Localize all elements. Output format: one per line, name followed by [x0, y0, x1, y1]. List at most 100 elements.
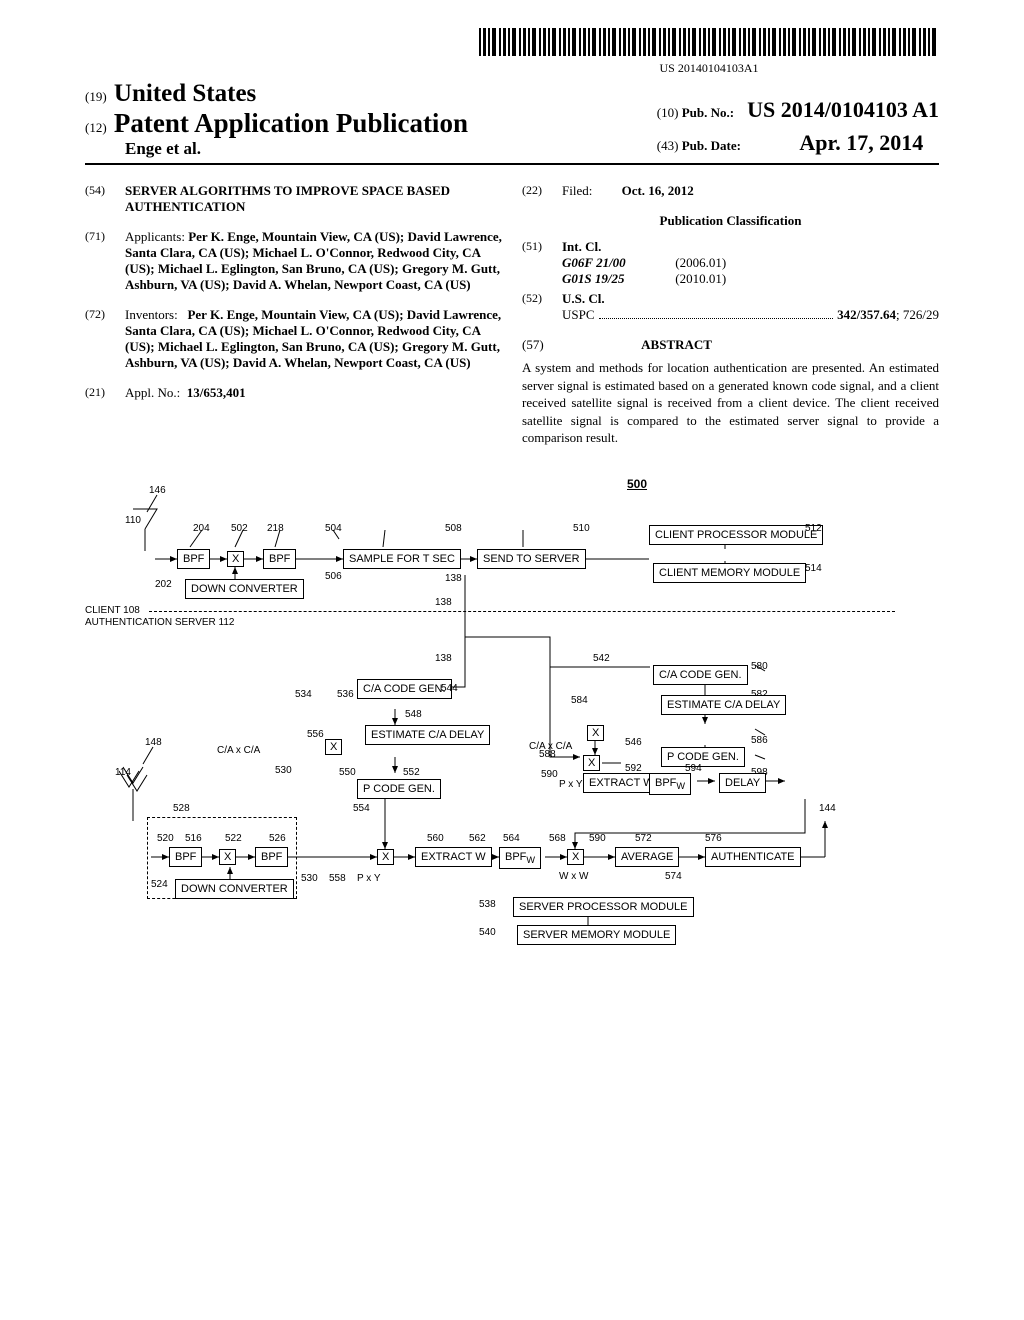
- ref-522: 522: [225, 833, 242, 844]
- pubno: US 2014/0104103 A1: [747, 97, 939, 122]
- ref-562: 562: [469, 833, 486, 844]
- ref-552: 552: [403, 767, 420, 778]
- ref-504: 504: [325, 523, 342, 534]
- ref-592: 592: [625, 763, 642, 774]
- box-cacode-r: C/A CODE GEN.: [653, 665, 748, 685]
- code-43: (43): [657, 138, 679, 153]
- country: United States: [114, 80, 256, 107]
- intcl-date-0: (2006.01): [675, 255, 726, 270]
- box-extractw-b: EXTRACT W: [415, 847, 492, 867]
- ref-588: 588: [539, 749, 556, 760]
- code-54: (54): [85, 183, 125, 215]
- antenna-icon-client: [131, 507, 159, 551]
- uspc-row: USPC 342/357.64; 726/29: [562, 307, 939, 323]
- ref-506: 506: [325, 571, 342, 582]
- ref-138b: 138: [435, 597, 452, 608]
- uscl-label: U.S. Cl.: [562, 291, 939, 307]
- ref-512: 512: [805, 523, 822, 534]
- box-server-proc: SERVER PROCESSOR MODULE: [513, 897, 694, 917]
- intcl-field: (51) Int. Cl. G06F 21/00 (2006.01) G01S …: [522, 239, 939, 287]
- intcl-row-1: G01S 19/25 (2010.01): [562, 271, 939, 287]
- ref-514: 514: [805, 563, 822, 574]
- ref-560: 560: [427, 833, 444, 844]
- box-x-b2: X: [377, 849, 394, 865]
- applno-body: Appl. No.: 13/653,401: [125, 385, 502, 401]
- ref-558: 558: [329, 873, 346, 884]
- box-server-mem: SERVER MEMORY MODULE: [517, 925, 676, 945]
- client-label: CLIENT 108: [85, 605, 140, 616]
- ref-580: 580: [751, 661, 768, 672]
- abstract-block: (57) ABSTRACT A system and methods for l…: [522, 337, 939, 447]
- code-10: (10): [657, 105, 679, 120]
- pubdate-line: (43) Pub. Date: Apr. 17, 2014: [657, 126, 939, 159]
- lbl-wxw: W x W: [559, 871, 588, 882]
- intcl-date-1: (2010.01): [675, 271, 726, 286]
- box-x-c1: X: [325, 739, 342, 755]
- box-x1: X: [227, 551, 244, 567]
- ref-524: 524: [151, 879, 168, 890]
- ref-576: 576: [705, 833, 722, 844]
- pubno-line: (10) Pub. No.: US 2014/0104103 A1: [657, 93, 939, 126]
- lbl-pxy-b: P x Y: [357, 873, 381, 884]
- ref-574: 574: [665, 871, 682, 882]
- box-estca-c: ESTIMATE C/A DELAY: [365, 725, 490, 745]
- code-19: (19): [85, 89, 107, 104]
- ref-138c: 138: [435, 653, 452, 664]
- server-label: AUTHENTICATION SERVER 112: [85, 617, 234, 628]
- applno-label: Appl. No.:: [125, 385, 180, 400]
- box-downconv2: DOWN CONVERTER: [175, 879, 294, 899]
- ref-568: 568: [549, 833, 566, 844]
- code-22: (22): [522, 183, 562, 199]
- uspc-value: 342/357.64; 726/29: [837, 307, 939, 323]
- barcode-icon: [479, 28, 939, 56]
- applno: 13/653,401: [187, 385, 246, 400]
- code-21: (21): [85, 385, 125, 401]
- publication-type: Patent Application Publication: [114, 108, 468, 138]
- ref-584: 584: [571, 695, 588, 706]
- pubdate: Apr. 17, 2014: [799, 130, 923, 155]
- applicants-field: (71) Applicants: Per K. Enge, Mountain V…: [85, 229, 502, 293]
- box-authenticate: AUTHENTICATE: [705, 847, 801, 867]
- ref-530b: 530: [301, 873, 318, 884]
- box-average: AVERAGE: [615, 847, 679, 867]
- code-72: (72): [85, 307, 125, 371]
- intcl-code-1: G01S 19/25: [562, 271, 672, 287]
- ref-144: 144: [819, 803, 836, 814]
- uspc-value-tail: ; 726/29: [896, 307, 939, 322]
- ref-500: 500: [627, 477, 647, 491]
- ref-202: 202: [155, 579, 172, 590]
- ref-114: 114: [115, 767, 131, 778]
- code-12: (12): [85, 120, 107, 135]
- box-x-r1: X: [587, 725, 604, 741]
- applno-field: (21) Appl. No.: 13/653,401: [85, 385, 502, 401]
- ref-502: 502: [231, 523, 248, 534]
- lbl-pxy-r: P x Y: [559, 779, 583, 790]
- box-cacode-c: C/A CODE GEN.: [357, 679, 452, 699]
- biblio-columns: (54) SERVER ALGORITHMS TO IMPROVE SPACE …: [85, 183, 939, 447]
- inventors-list: Per K. Enge, Mountain View, CA (US); Dav…: [125, 307, 501, 370]
- box-bpf1: BPF: [177, 549, 210, 569]
- barcode-area: US 20140104103A1: [85, 28, 939, 76]
- code-51: (51): [522, 239, 562, 287]
- pubno-label: Pub. No.:: [682, 105, 734, 120]
- ref-138a: 138: [445, 573, 462, 584]
- lbl-caxca-c: C/A x C/A: [217, 745, 260, 756]
- left-column: (54) SERVER ALGORITHMS TO IMPROVE SPACE …: [85, 183, 502, 447]
- box-bpfw-r: BPFW: [649, 773, 691, 795]
- ref-146: 146: [149, 485, 166, 496]
- right-column: (22) Filed: Oct. 16, 2012 Publication Cl…: [522, 183, 939, 447]
- abstract-label: ABSTRACT: [641, 337, 712, 352]
- ref-520: 520: [157, 833, 174, 844]
- box-bpfw-b: BPFW: [499, 847, 541, 869]
- box-downconv1: DOWN CONVERTER: [185, 579, 304, 599]
- ref-550: 550: [339, 767, 356, 778]
- uscl-body: U.S. Cl. USPC 342/357.64; 726/29: [562, 291, 939, 323]
- box-estca-r: ESTIMATE C/A DELAY: [661, 695, 786, 715]
- box-pcode-c: P CODE GEN.: [357, 779, 441, 799]
- patent-page: US 20140104103A1 (19) United States (12)…: [0, 0, 1024, 1037]
- ref-590b: 590: [589, 833, 606, 844]
- ref-554: 554: [353, 803, 370, 814]
- inventors-body: Inventors: Per K. Enge, Mountain View, C…: [125, 307, 502, 371]
- header-right: (10) Pub. No.: US 2014/0104103 A1 (43) P…: [657, 93, 939, 159]
- filed-date: Oct. 16, 2012: [622, 183, 694, 198]
